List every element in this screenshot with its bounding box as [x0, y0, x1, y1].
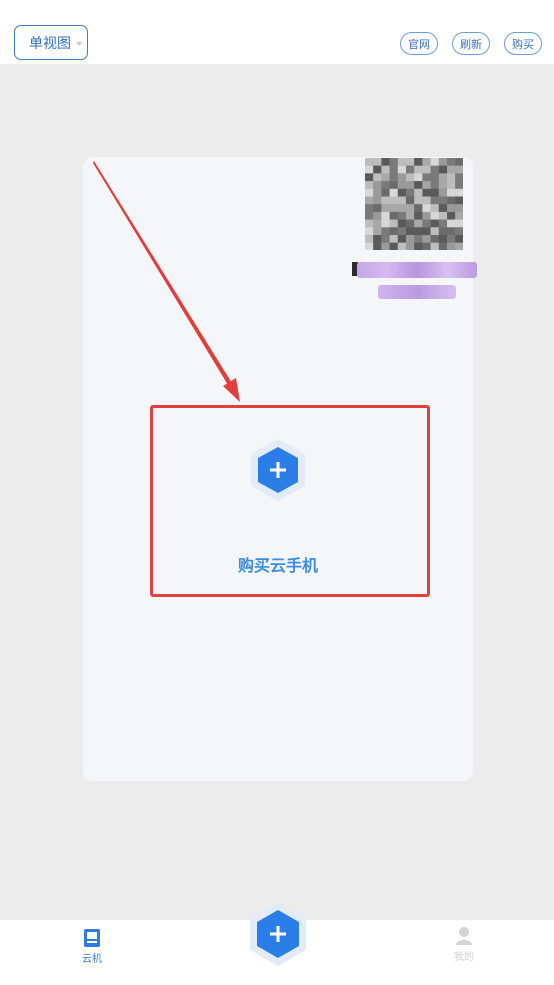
add-cloud-phone-icon[interactable] — [249, 438, 307, 502]
nav-cloud-phone[interactable]: 云机 — [72, 928, 112, 968]
nav-cloud-label: 云机 — [82, 954, 102, 965]
refresh-button[interactable]: 刷新 — [452, 32, 490, 55]
redacted-text — [357, 262, 477, 278]
nav-mine[interactable]: 我的 — [444, 926, 484, 966]
nav-mine-label: 我的 — [454, 952, 474, 963]
official-site-button[interactable]: 官网 — [400, 32, 438, 55]
chevron-down-icon — [76, 42, 82, 46]
view-mode-label: 单视图 — [29, 35, 71, 52]
buy-cloud-phone-label[interactable]: 购买云手机 — [150, 552, 406, 576]
redacted-text — [378, 285, 456, 299]
buy-button[interactable]: 购买 — [504, 32, 542, 55]
add-button[interactable] — [248, 901, 308, 967]
qr-code-image — [365, 158, 463, 250]
view-mode-dropdown[interactable]: 单视图 — [14, 25, 88, 60]
phone-icon — [84, 929, 100, 947]
user-icon — [456, 927, 472, 945]
